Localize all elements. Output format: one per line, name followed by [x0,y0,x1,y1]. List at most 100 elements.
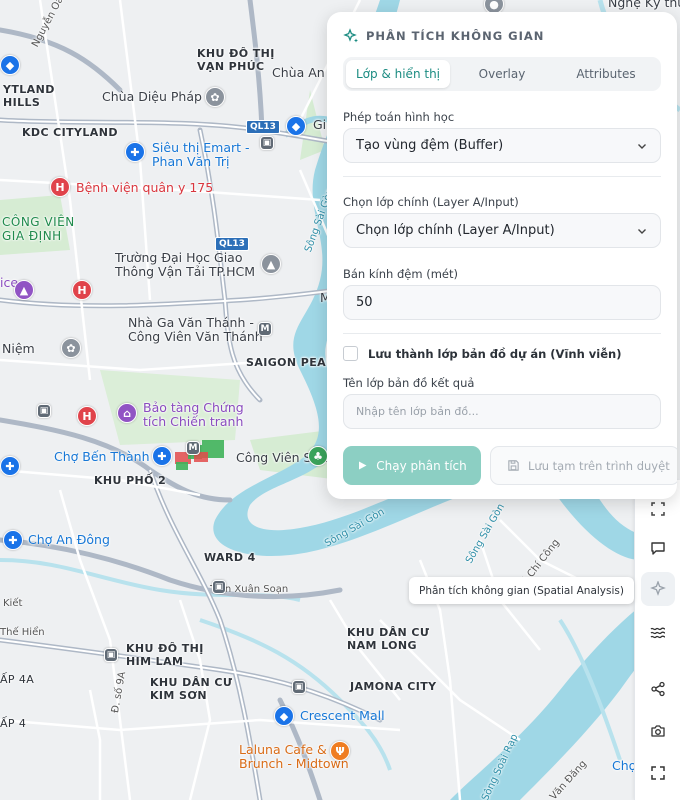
result-name-input[interactable] [343,394,661,429]
tab-overlay[interactable]: Overlay [450,60,554,88]
bus-stop-icon[interactable]: ▣ [292,680,306,694]
temp-save-button[interactable]: Lưu tạm trên trình duyệt [490,446,677,485]
museum-pin-icon[interactable]: ⌂ [117,403,137,423]
map-label-ward-4: WARD 4 [204,551,256,564]
shopping-pin-icon[interactable]: ◆ [286,116,306,136]
save-layer-checkbox[interactable] [343,346,358,361]
screenshot-tool-button[interactable] [641,714,675,748]
shopping-cart-pin-icon[interactable]: ✚ [125,142,145,162]
shopping-pin-icon[interactable]: ◆ [274,706,294,726]
market-pin-icon[interactable]: ✚ [152,446,172,466]
museum-pin-icon[interactable]: ▲ [14,280,34,300]
map-label-cong-vien-gia-dinh: CÔNG VIÊN GIA ĐỊNH [2,215,75,243]
spatial-analysis-panel: PHÂN TÍCH KHÔNG GIAN Lớp & hiển thị Over… [327,12,677,499]
map-label-chua-dieu-phap: Chùa Diệu Pháp [102,89,202,104]
map-label-niem: Niệm [2,341,35,356]
camera-icon [651,725,665,737]
map-label-ap-4: ẤP 4 [0,717,27,730]
bus-stop-icon[interactable]: ▣ [37,404,51,418]
map-label-kdc-cityland: KDC CITYLAND [22,126,118,139]
frame-icon [651,502,665,516]
map-label-gi: Gi [313,117,327,132]
map-label-khu-do-thi-him-lam: KHU ĐÔ THỊ HIM LAM [126,642,204,668]
metro-station-icon[interactable]: M [258,322,272,336]
map-label-ga-van-thanh: Nhà Ga Văn Thánh - Công Viên Văn Thánh [128,315,263,345]
right-toolbar [634,480,680,800]
share-icon [651,681,665,697]
result-name-label: Tên lớp bản đồ kết quả [343,376,475,390]
map-label-khu-do-thi-van-phuc: KHU ĐÔ THỊ VẠN PHÚC [197,47,275,73]
map-label-chua-an: Chùa An [272,65,325,80]
map-label-ap-4a: ẤP 4A [0,673,35,686]
map-label-bv-quan-y: Bệnh viện quân y 175 [76,180,214,195]
map-label-bao-tang: Bảo tàng Chứng tích Chiến tranh [143,400,244,430]
run-analysis-label: Chạy phân tích [376,458,467,473]
map-label-truong-gtvt: Trường Đại Học Giao Thông Vận Tải TP.HCM [115,250,255,280]
panel-title: PHÂN TÍCH KHÔNG GIAN [366,29,545,43]
hospital-pin-icon[interactable]: H [72,280,92,300]
waves-icon [650,627,666,639]
spatial-analysis-tool-button[interactable] [641,572,675,606]
layers-tool-button[interactable] [641,615,675,649]
map-label-emart: Siêu thị Emart - Phan Văn Trị [152,140,250,170]
school-pin-icon[interactable]: ▲ [261,254,281,274]
section-divider [343,176,661,177]
map-label-kdc-nam-long: KHU DÂN CƯ NAM LONG [347,626,430,652]
layer-label: Chọn lớp chính (Layer A/Input) [343,195,519,209]
map-label-cho: Chợ [612,758,637,773]
save-layer-label: Lưu thành lớp bản đồ dự án (Vĩnh viễn) [368,346,622,361]
chevron-down-icon [638,143,646,149]
hospital-pin-icon[interactable]: H [77,406,97,426]
layer-select[interactable]: Chọn lớp chính (Layer A/Input) [343,213,661,248]
operation-select[interactable]: Tạo vùng đệm (Buffer) [343,128,661,163]
sparkle-icon [343,28,358,43]
map-label-kiet: Kiết [3,598,23,609]
market-pin-icon[interactable]: ✚ [0,456,20,476]
bus-stop-icon[interactable]: ▣ [212,580,226,594]
map-label-jamona-city: JAMONA CITY [350,680,437,693]
fullscreen-icon [651,766,665,780]
bus-stop-icon[interactable]: ▣ [260,136,274,150]
map-label-ytland-hills: YTLAND HILLS [3,83,55,109]
play-icon [359,461,367,470]
map-label-cho-ben-thanh: Chợ Bến Thành [54,449,150,464]
chat-bubble-icon [651,542,665,555]
shopping-pin-icon[interactable]: ◆ [0,55,20,75]
park-pin-icon[interactable]: ♣ [308,446,328,466]
fullscreen-tool-button[interactable] [641,756,675,790]
comment-tool-button[interactable] [641,531,675,565]
panel-tabs: Lớp & hiển thị Overlay Attributes [343,57,661,91]
highway-shield-ql13: QL13 [246,120,280,134]
run-analysis-button[interactable]: Chạy phân tích [343,446,481,485]
spatial-analysis-tooltip: Phân tích không gian (Spatial Analysis) [409,577,634,604]
market-pin-icon[interactable]: ✚ [3,530,23,550]
radius-input[interactable] [343,285,661,320]
operation-select-value: Tạo vùng đệm (Buffer) [356,138,504,153]
hospital-pin-icon[interactable]: H [50,177,70,197]
operation-label: Phép toán hình học [343,110,455,124]
map-label-kdc-kim-son: KHU DÂN CƯ KIM SƠN [150,676,233,702]
save-disk-icon [508,460,519,471]
tab-layers-display[interactable]: Lớp & hiển thị [346,60,450,88]
share-tool-button[interactable] [641,672,675,706]
pagoda-pin-icon[interactable]: ✿ [61,338,81,358]
tab-attributes[interactable]: Attributes [554,60,658,88]
sparkle-icon [650,581,666,596]
panel-header: PHÂN TÍCH KHÔNG GIAN [343,28,544,44]
map-label-nghe-ky-thuat: Nghệ Kỹ thu [608,0,680,10]
section-divider [343,333,661,334]
highway-shield-ql13-2: QL13 [215,237,249,251]
chevron-down-icon [638,228,646,234]
restaurant-pin-icon[interactable]: Ψ [330,741,350,761]
temp-save-label: Lưu tạm trên trình duyệt [528,458,670,473]
map-label-the-hien: Thế Hiển [0,627,45,638]
bus-stop-icon[interactable]: ▣ [104,648,118,662]
pagoda-pin-icon[interactable]: ✿ [205,87,225,107]
map-label-cho-an-dong: Chợ An Đông [28,532,110,547]
radius-label: Bán kính đệm (mét) [343,267,458,281]
map-label-khu-pho-2: KHU PHỐ 2 [94,474,167,487]
metro-station-icon[interactable]: M [186,441,200,455]
layer-select-value: Chọn lớp chính (Layer A/Input) [356,223,555,238]
map-label-crescent-mall: Crescent Mall [300,708,385,723]
save-layer-row: Lưu thành lớp bản đồ dự án (Vĩnh viễn) [343,346,621,361]
